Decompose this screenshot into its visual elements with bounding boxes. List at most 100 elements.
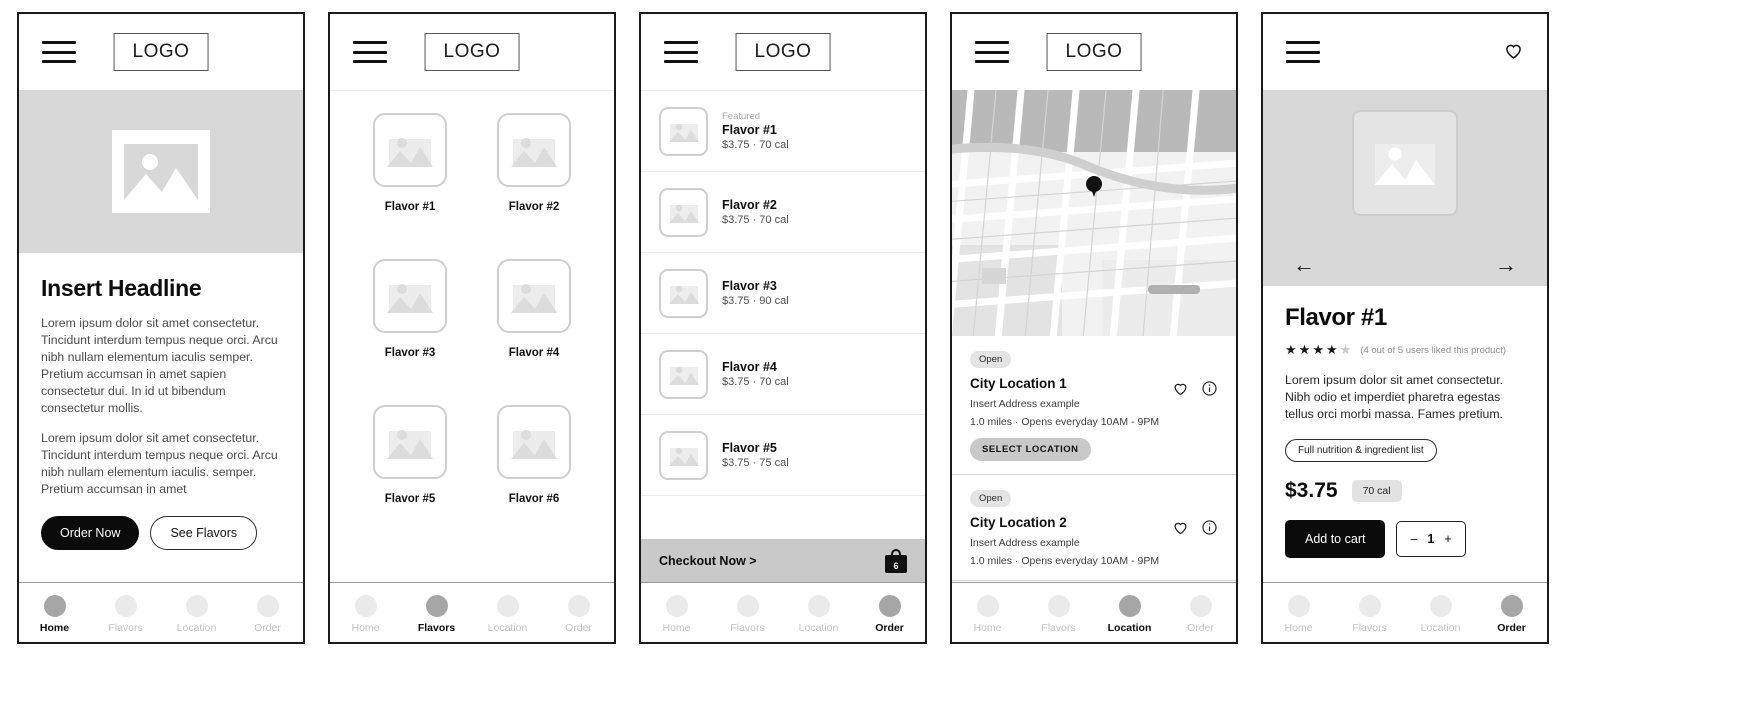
nav-item-flavors[interactable]: Flavors — [1028, 595, 1090, 634]
map-view[interactable] — [952, 90, 1236, 336]
list-item-name: Flavor #5 — [722, 441, 777, 455]
nav-label: Location — [1420, 622, 1461, 634]
next-product-button[interactable]: → — [1495, 254, 1517, 276]
list-item-name: Flavor #4 — [722, 360, 777, 374]
image-placeholder-icon — [1352, 110, 1458, 216]
location-card-1[interactable]: Open City Location 1 Insert Address exam… — [952, 336, 1236, 475]
location-card-2[interactable]: Open City Location 2 Insert Address exam… — [952, 475, 1236, 581]
detail-spacer — [1263, 558, 1547, 582]
status-badge: Open — [970, 490, 1012, 507]
nav-item-order[interactable]: Order — [1170, 595, 1232, 634]
map-pin-icon — [1086, 176, 1102, 198]
image-placeholder-icon — [659, 268, 708, 318]
image-placeholder-icon — [373, 405, 447, 479]
nav-label: Home — [351, 622, 380, 634]
home-cta-row: Order Now See Flavors — [41, 515, 281, 550]
nav-item-home[interactable]: Home — [646, 595, 708, 634]
heart-icon[interactable] — [1172, 519, 1189, 536]
buy-row: Add to cart – 1 + — [1285, 519, 1525, 558]
location-hours: 1.0 miles · Opens everyday 10AM - 9PM — [970, 416, 1160, 428]
checkout-bar[interactable]: Checkout Now > 6 — [641, 539, 925, 582]
product-description: Lorem ipsum dolor sit amet consectetur. … — [1285, 373, 1504, 421]
see-flavors-button[interactable]: See Flavors — [150, 515, 258, 550]
hamburger-menu-icon[interactable] — [42, 41, 76, 63]
nav-item-order[interactable]: Order — [237, 595, 299, 634]
screen-location: LOGO Open City Location 1 Insert Address… — [950, 12, 1238, 644]
nav-item-flavors[interactable]: Flavors — [1339, 595, 1401, 634]
nav-item-flavors[interactable]: Flavors — [406, 595, 468, 634]
info-icon[interactable] — [1201, 519, 1218, 536]
nav-item-order[interactable]: Order — [548, 595, 610, 634]
hamburger-menu-icon[interactable] — [353, 41, 387, 63]
nav-label: Home — [1284, 622, 1313, 634]
top-bar-detail — [1263, 14, 1547, 90]
nav-item-flavors[interactable]: Flavors — [717, 595, 779, 634]
add-to-cart-button[interactable]: Add to cart — [1285, 519, 1386, 558]
favorite-heart-icon[interactable] — [1502, 40, 1525, 65]
order-now-button[interactable]: Order Now — [41, 515, 140, 550]
nav-item-location[interactable]: Location — [788, 595, 850, 634]
flavor-tile[interactable]: Flavor #1 — [356, 113, 464, 259]
flavor-tile[interactable]: Flavor #6 — [480, 405, 588, 551]
flavor-tile[interactable]: Flavor #3 — [356, 259, 464, 405]
star-icon-empty: ★ — [1339, 342, 1352, 357]
quantity-value: 1 — [1427, 531, 1435, 546]
quantity-stepper[interactable]: – 1 + — [1396, 520, 1466, 557]
home-paragraph-2: Lorem ipsum dolor sit amet consectetur. … — [41, 430, 278, 496]
hamburger-menu-icon[interactable] — [1286, 41, 1320, 63]
logo: LOGO — [735, 33, 831, 71]
flavor-tile[interactable]: Flavor #2 — [480, 113, 588, 259]
nav-label: Location — [176, 622, 217, 634]
nav-item-home[interactable]: Home — [24, 595, 86, 634]
hamburger-menu-icon[interactable] — [975, 41, 1009, 63]
bottom-nav-flavors: Home Flavors Location Order — [330, 582, 614, 642]
shopping-bag-icon[interactable]: 6 — [885, 548, 907, 573]
list-item-meta: Flavor #5 $3.75 · 75 cal — [722, 441, 789, 469]
decrement-button[interactable]: – — [1410, 532, 1417, 546]
list-item[interactable]: Flavor #3 $3.75 · 90 cal — [641, 253, 925, 334]
nav-item-home[interactable]: Home — [957, 595, 1019, 634]
image-placeholder-icon — [659, 349, 708, 399]
flavor-tile[interactable]: Flavor #5 — [356, 405, 464, 551]
list-item[interactable]: Featured Flavor #1 $3.75 · 70 cal — [641, 91, 925, 172]
order-list: Featured Flavor #1 $3.75 · 70 cal Flavor… — [641, 90, 925, 539]
heart-icon[interactable] — [1172, 380, 1189, 397]
nav-item-location[interactable]: Location — [477, 595, 539, 634]
image-placeholder-icon — [659, 187, 708, 237]
image-placeholder-icon — [373, 113, 447, 187]
list-item[interactable]: Flavor #5 $3.75 · 75 cal — [641, 415, 925, 496]
nav-item-home[interactable]: Home — [1268, 595, 1330, 634]
image-placeholder-icon — [497, 259, 571, 333]
nav-item-location[interactable]: Location — [166, 595, 228, 634]
nav-label: Location — [798, 622, 839, 634]
select-location-button[interactable]: SELECT LOCATION — [970, 438, 1091, 461]
nav-item-order[interactable]: Order — [859, 595, 921, 634]
top-bar-location: LOGO — [952, 14, 1236, 90]
flavor-tile[interactable]: Flavor #4 — [480, 259, 588, 405]
list-item-price-cal: $3.75 · 70 cal — [722, 214, 789, 226]
location-address: Insert Address example — [970, 537, 1080, 549]
list-item[interactable]: Flavor #4 $3.75 · 70 cal — [641, 334, 925, 415]
cart-count-badge: 6 — [893, 560, 899, 571]
nav-item-home[interactable]: Home — [335, 595, 397, 634]
increment-button[interactable]: + — [1444, 532, 1451, 546]
previous-product-button[interactable]: ← — [1293, 254, 1315, 276]
location-actions — [1172, 519, 1218, 536]
location-icon — [1118, 595, 1141, 617]
list-item[interactable]: Flavor #2 $3.75 · 70 cal — [641, 172, 925, 253]
nav-item-flavors[interactable]: Flavors — [95, 595, 157, 634]
nav-label: Home — [662, 622, 691, 634]
hamburger-menu-icon[interactable] — [664, 41, 698, 63]
flavors-icon — [1047, 595, 1070, 617]
top-bar-home: LOGO — [19, 14, 303, 90]
nav-item-location[interactable]: Location — [1410, 595, 1472, 634]
info-icon[interactable] — [1201, 380, 1218, 397]
nav-label: Order — [1497, 622, 1526, 634]
logo: LOGO — [113, 33, 209, 71]
nav-item-location[interactable]: Location — [1099, 595, 1161, 634]
nutrition-list-button[interactable]: Full nutrition & ingredient list — [1285, 438, 1437, 462]
screen-home: LOGO Insert Headline Lorem ipsum dolor s… — [17, 12, 305, 644]
nav-item-order[interactable]: Order — [1481, 595, 1543, 634]
bottom-nav-location: Home Flavors Location Order — [952, 582, 1236, 642]
flavors-icon — [736, 595, 759, 617]
